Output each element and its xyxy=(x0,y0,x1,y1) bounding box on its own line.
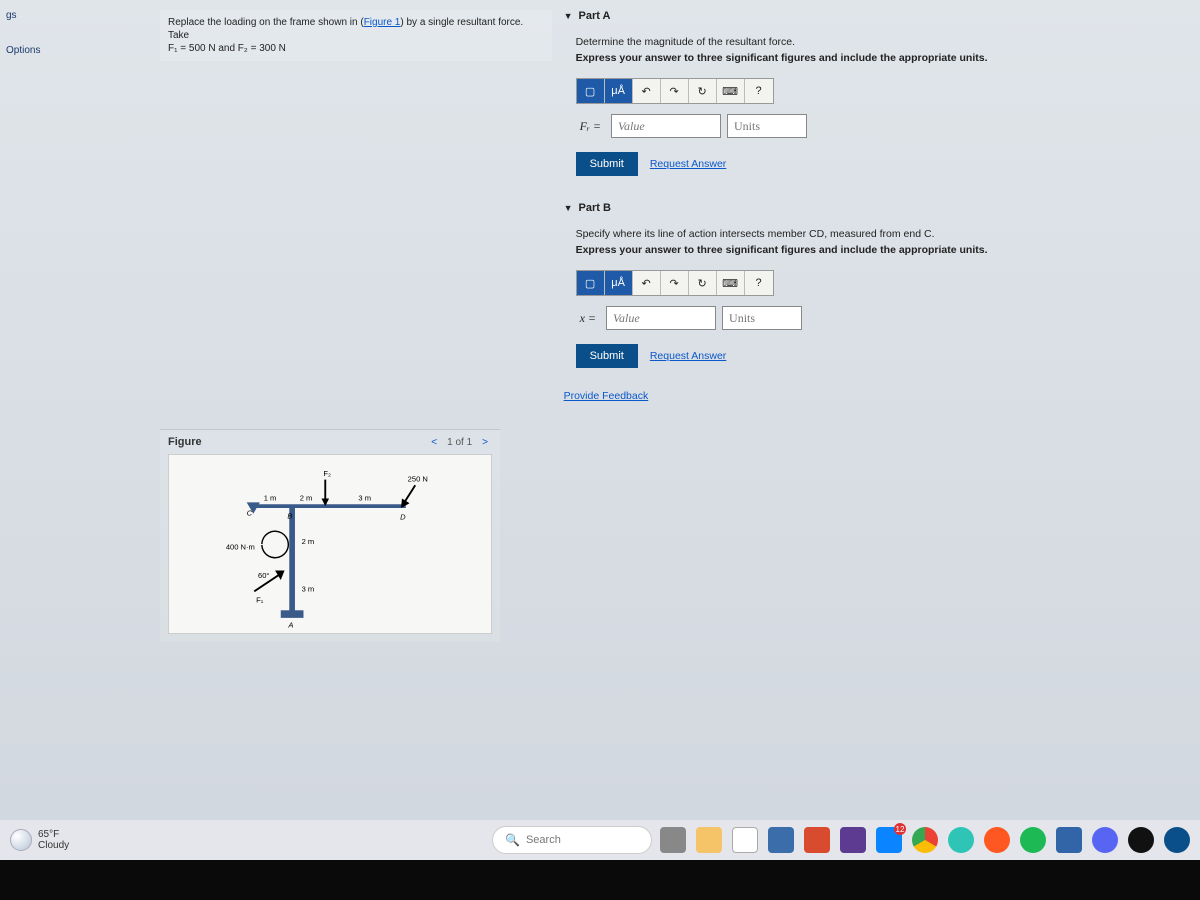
part-a-request-answer[interactable]: Request Answer xyxy=(650,158,726,170)
weather-temp: 65°F xyxy=(38,829,69,840)
figure-next[interactable]: > xyxy=(478,437,492,448)
chrome-icon[interactable] xyxy=(912,827,938,853)
template-icon[interactable]: ▢ xyxy=(577,79,605,103)
greek-icon[interactable]: μÅ xyxy=(605,271,633,295)
app-icon-2[interactable] xyxy=(768,827,794,853)
taskbar-icons: 12 xyxy=(660,827,1190,853)
part-b-instruction: Specify where its line of action interse… xyxy=(576,228,1170,240)
figure-pager-text: 1 of 1 xyxy=(447,437,472,448)
weather-cond: Cloudy xyxy=(38,840,69,851)
fig-C: C xyxy=(247,509,253,518)
part-a-value-input[interactable] xyxy=(611,114,721,138)
chevron-down-icon: ▼ xyxy=(564,203,573,213)
nav-link-options[interactable]: Options xyxy=(6,45,44,56)
keyboard-icon[interactable]: ⌨ xyxy=(717,79,745,103)
part-b-express: Express your answer to three significant… xyxy=(576,244,1170,256)
fig-f2: F₂ xyxy=(323,469,331,478)
part-b-submit-button[interactable]: Submit xyxy=(576,344,638,368)
spotify-icon[interactable] xyxy=(1020,827,1046,853)
figure-panel: Figure < 1 of 1 > xyxy=(160,429,500,642)
figure-image: F₂ 250 N 1 m 2 m 3 m B D C 2 m 400 N·m 6… xyxy=(168,454,492,634)
part-a-express: Express your answer to three significant… xyxy=(576,52,1170,64)
part-a-title: Part A xyxy=(579,10,611,22)
fig-250n: 250 N xyxy=(408,474,428,483)
fig-2m-a: 2 m xyxy=(300,493,313,502)
help-icon[interactable]: ? xyxy=(745,79,773,103)
nav-link-gs[interactable]: gs xyxy=(6,10,44,21)
steam-icon[interactable] xyxy=(1128,827,1154,853)
fig-3m-b: 3 m xyxy=(302,584,315,593)
fig-B: B xyxy=(287,511,292,520)
redo-icon[interactable]: ↷ xyxy=(661,79,689,103)
part-b-lhs: x = xyxy=(576,311,600,326)
taskview-icon[interactable] xyxy=(660,827,686,853)
part-b-units-input[interactable] xyxy=(722,306,802,330)
figure-prev[interactable]: < xyxy=(427,437,441,448)
help-icon[interactable]: ? xyxy=(745,271,773,295)
search-icon: 🔍 xyxy=(505,833,520,847)
reset-icon[interactable]: ↻ xyxy=(689,271,717,295)
redo-icon[interactable]: ↷ xyxy=(661,271,689,295)
part-b-request-answer[interactable]: Request Answer xyxy=(650,350,726,362)
undo-icon[interactable]: ↶ xyxy=(633,271,661,295)
fig-A: A xyxy=(287,620,293,629)
part-a-lhs: Fᵣ = xyxy=(576,119,605,134)
app-icon-6[interactable] xyxy=(984,827,1010,853)
app-icon-1[interactable] xyxy=(732,827,758,853)
app-icon-5[interactable] xyxy=(948,827,974,853)
taskbar-search[interactable]: 🔍 Search xyxy=(492,826,652,854)
weather-icon xyxy=(10,829,32,851)
part-b: ▼ Part B Specify where its line of actio… xyxy=(564,198,1170,372)
part-b-title: Part B xyxy=(579,202,611,214)
fig-60: 60° xyxy=(258,571,269,580)
mail-icon[interactable]: 12 xyxy=(876,827,902,853)
part-a-submit-button[interactable]: Submit xyxy=(576,152,638,176)
problem-statement: Replace the loading on the frame shown i… xyxy=(160,10,552,61)
part-b-toolbar: ▢ μÅ ↶ ↷ ↻ ⌨ ? xyxy=(576,270,774,296)
reset-icon[interactable]: ↻ xyxy=(689,79,717,103)
provide-feedback-link[interactable]: Provide Feedback xyxy=(564,390,649,402)
part-a: ▼ Part A Determine the magnitude of the … xyxy=(564,6,1170,180)
app-icon-3[interactable] xyxy=(804,827,830,853)
weather-widget[interactable]: 65°F Cloudy xyxy=(10,829,69,851)
part-a-instruction: Determine the magnitude of the resultant… xyxy=(576,36,1170,48)
part-b-toggle[interactable]: ▼ Part B xyxy=(564,198,1170,218)
figure-link[interactable]: Figure 1 xyxy=(364,17,401,28)
app-icon-7[interactable] xyxy=(1056,827,1082,853)
fig-3m-a: 3 m xyxy=(358,493,371,502)
part-a-toggle[interactable]: ▼ Part A xyxy=(564,6,1170,26)
discord-icon[interactable] xyxy=(1092,827,1118,853)
monitor-bezel xyxy=(0,860,1200,900)
fig-F1: F₁ xyxy=(256,596,264,605)
template-icon[interactable]: ▢ xyxy=(577,271,605,295)
app-icon-8[interactable] xyxy=(1164,827,1190,853)
problem-text-pre: Replace the loading on the frame shown i… xyxy=(168,17,364,28)
chevron-down-icon: ▼ xyxy=(564,11,573,21)
greek-icon[interactable]: μÅ xyxy=(605,79,633,103)
part-a-units-input[interactable] xyxy=(727,114,807,138)
problem-text-line2: F₁ = 500 N and F₂ = 300 N xyxy=(168,43,286,54)
keyboard-icon[interactable]: ⌨ xyxy=(717,271,745,295)
explorer-icon[interactable] xyxy=(696,827,722,853)
taskbar: 65°F Cloudy 🔍 Search 12 xyxy=(0,820,1200,860)
mail-badge: 12 xyxy=(894,823,906,835)
undo-icon[interactable]: ↶ xyxy=(633,79,661,103)
fig-1m: 1 m xyxy=(264,493,277,502)
fig-400nm: 400 N·m xyxy=(226,543,255,552)
part-a-toolbar: ▢ μÅ ↶ ↷ ↻ ⌨ ? xyxy=(576,78,774,104)
fig-2m-b: 2 m xyxy=(302,537,315,546)
search-placeholder: Search xyxy=(526,834,561,846)
figure-title: Figure xyxy=(168,436,202,448)
part-b-value-input[interactable] xyxy=(606,306,716,330)
app-icon-4[interactable] xyxy=(840,827,866,853)
fig-D: D xyxy=(400,512,406,521)
